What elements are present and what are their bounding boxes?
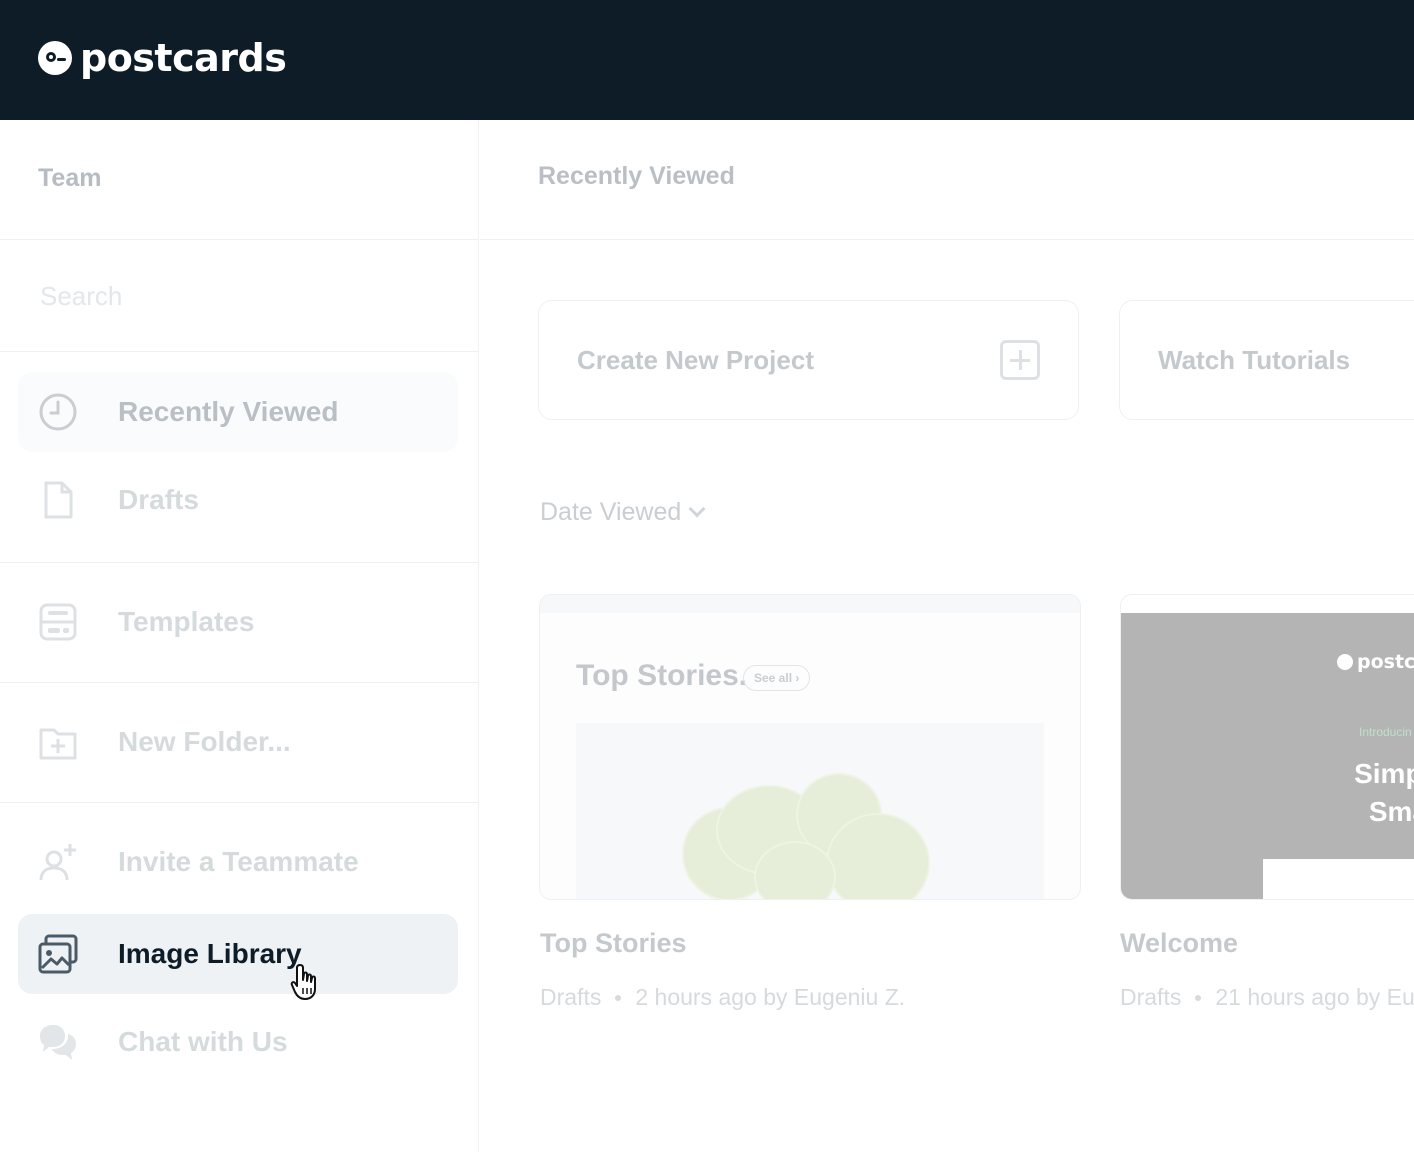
project-meta: Drafts 21 hours ago by Eu bbox=[1120, 984, 1414, 1010]
preview-headline: Simple po Smart b bbox=[1354, 758, 1414, 827]
project-name[interactable]: Welcome bbox=[1120, 928, 1238, 959]
preview-logo: postca bbox=[1337, 651, 1414, 673]
top-bar: postcards bbox=[0, 0, 1414, 120]
preview-see-all: See all › bbox=[743, 665, 811, 691]
divider bbox=[0, 351, 479, 352]
sidebar-item-drafts[interactable]: Drafts bbox=[18, 460, 458, 540]
sort-dropdown[interactable]: Date Viewed bbox=[540, 498, 706, 527]
project-meta: Drafts 2 hours ago by Eugeniu Z. bbox=[540, 984, 906, 1010]
user-plus-icon bbox=[39, 844, 76, 881]
divider bbox=[0, 239, 479, 240]
document-icon bbox=[44, 481, 73, 519]
chevron-down-icon bbox=[688, 500, 706, 517]
plus-icon bbox=[1000, 340, 1040, 380]
team-label[interactable]: Team bbox=[38, 164, 101, 193]
page-title: Recently Viewed bbox=[538, 162, 735, 190]
sort-label: Date Viewed bbox=[540, 498, 682, 526]
folder-plus-icon bbox=[39, 728, 77, 760]
sidebar-item-label: New Folder... bbox=[118, 726, 291, 757]
sidebar-item-label: Templates bbox=[118, 606, 255, 637]
image-library-icon bbox=[38, 934, 78, 974]
sidebar-item-label: Image Library bbox=[118, 938, 302, 969]
create-new-project-label: Create New Project bbox=[577, 345, 814, 375]
sidebar-item-label: Invite a Teammate bbox=[118, 846, 359, 877]
brand-logo[interactable]: postcards bbox=[38, 36, 287, 80]
sidebar-item-chat[interactable]: Chat with Us bbox=[18, 1002, 458, 1082]
sidebar-item-label: Recently Viewed bbox=[118, 396, 339, 427]
divider bbox=[0, 682, 479, 683]
create-new-project-button[interactable]: Create New Project bbox=[538, 300, 1079, 420]
watch-tutorials-button[interactable]: Watch Tutorials bbox=[1119, 300, 1414, 420]
project-name[interactable]: Top Stories bbox=[540, 928, 687, 959]
postcards-logo-icon bbox=[38, 41, 72, 75]
sidebar: Team Recently Viewed Drafts Templates bbox=[0, 120, 479, 1152]
preview-intro: Introducin bbox=[1359, 725, 1412, 739]
sidebar-item-label: Chat with Us bbox=[118, 1026, 288, 1057]
search-input[interactable] bbox=[40, 278, 440, 314]
clock-icon bbox=[39, 393, 77, 431]
divider bbox=[0, 802, 479, 803]
chat-icon bbox=[40, 1025, 76, 1060]
preview-image bbox=[576, 723, 1044, 899]
project-thumbnail-welcome[interactable]: postca Introducin Simple po Smart b bbox=[1120, 594, 1414, 900]
sidebar-item-image-library[interactable]: Image Library bbox=[18, 914, 458, 994]
project-thumbnail-top-stories[interactable]: Top Stories. See all › bbox=[539, 594, 1081, 900]
sidebar-item-label: Drafts bbox=[118, 484, 199, 515]
main-content: Recently Viewed Create New Project Watch… bbox=[480, 120, 1414, 1152]
watch-tutorials-label: Watch Tutorials bbox=[1158, 345, 1351, 375]
postcards-logo-icon bbox=[1337, 654, 1353, 670]
divider bbox=[0, 562, 479, 563]
sidebar-item-recently-viewed[interactable]: Recently Viewed bbox=[18, 372, 458, 452]
sidebar-item-invite-teammate[interactable]: Invite a Teammate bbox=[18, 822, 458, 902]
sidebar-item-templates[interactable]: Templates bbox=[18, 582, 458, 662]
sidebar-item-new-folder[interactable]: New Folder... bbox=[18, 702, 458, 782]
divider bbox=[480, 239, 1414, 240]
brand-name: postcards bbox=[80, 36, 287, 80]
templates-icon bbox=[39, 603, 77, 641]
hand-cursor-icon bbox=[290, 964, 316, 1000]
preview-title: Top Stories. bbox=[576, 659, 748, 692]
